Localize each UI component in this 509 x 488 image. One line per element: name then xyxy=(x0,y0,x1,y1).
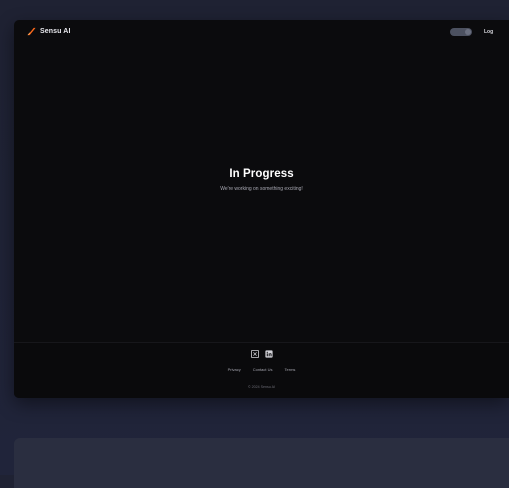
footer-link-terms[interactable]: Terms xyxy=(285,367,296,373)
lower-panel xyxy=(14,438,509,488)
slash-logo-icon xyxy=(27,27,36,36)
footer-link-privacy[interactable]: Privacy xyxy=(228,367,241,373)
brand-logo-link[interactable]: Sensu AI xyxy=(27,27,71,36)
app-window: Sensu AI Log In Progress We're working o… xyxy=(14,20,509,398)
footer-links: Privacy Contact Us Terms xyxy=(14,367,509,373)
brand-name: Sensu AI xyxy=(40,28,71,35)
toggle-knob xyxy=(465,29,471,35)
top-navigation-bar: Sensu AI Log xyxy=(14,20,509,44)
theme-toggle[interactable] xyxy=(450,28,472,36)
linkedin-icon[interactable] xyxy=(264,350,273,358)
site-footer: Privacy Contact Us Terms © 2024 Sensu AI xyxy=(14,342,509,398)
page-title: In Progress xyxy=(229,168,294,180)
hero-section: In Progress We're working on something e… xyxy=(14,167,509,192)
page-subtitle: We're working on something exciting! xyxy=(220,186,303,192)
copyright-text: © 2024 Sensu AI xyxy=(247,385,276,389)
footer-link-contact[interactable]: Contact Us xyxy=(253,367,273,373)
login-link[interactable]: Log xyxy=(484,28,493,36)
x-icon[interactable] xyxy=(250,350,259,358)
social-links xyxy=(14,350,509,358)
